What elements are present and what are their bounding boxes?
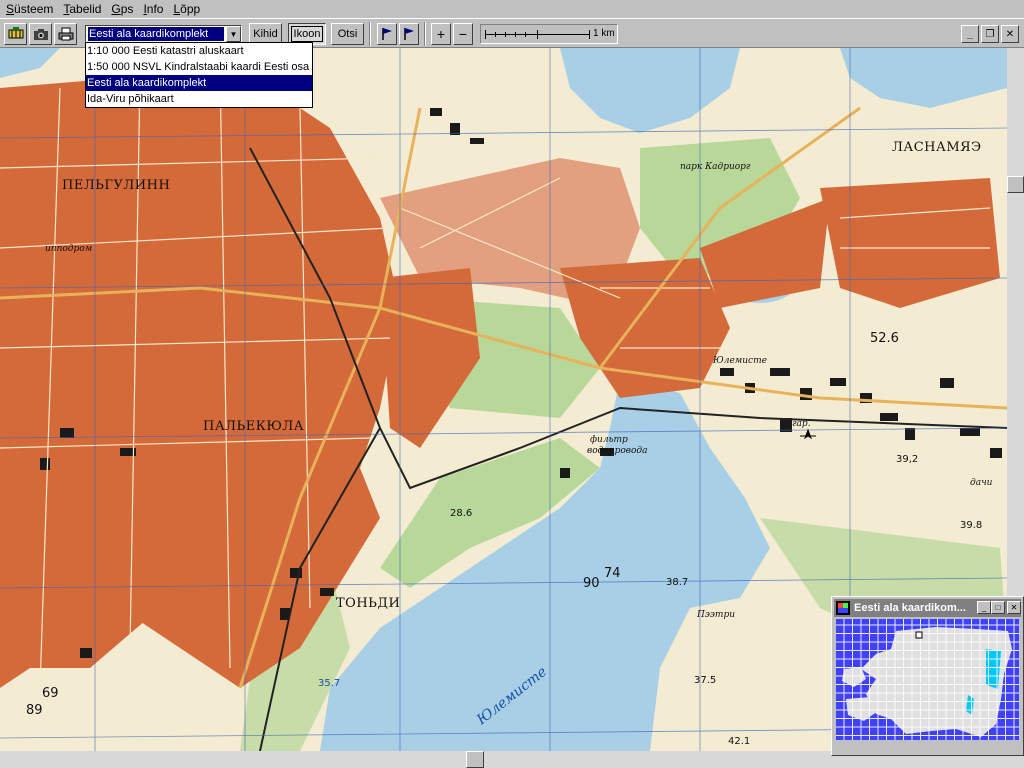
- map-label-lasnamae: ЛАСНАМЯЭ: [892, 140, 982, 155]
- scale-tick: [589, 30, 590, 39]
- maximize-icon: □: [995, 603, 1001, 612]
- overview-map[interactable]: [836, 619, 1019, 740]
- scale-tick: [485, 30, 486, 39]
- vertical-scroll-thumb[interactable]: [1007, 176, 1024, 193]
- flag-icon: [404, 28, 414, 40]
- restore-icon: ❐: [985, 28, 995, 40]
- map-elevation: 37.5: [694, 675, 717, 686]
- map-tool-button[interactable]: [4, 23, 27, 45]
- print-button[interactable]: [54, 23, 77, 45]
- overview-map-canvas[interactable]: [836, 619, 1019, 740]
- map-set-select-value: Eesti ala kaardikomplekt: [87, 26, 225, 42]
- close-button[interactable]: ✕: [1001, 25, 1019, 43]
- scale-tick: [495, 32, 496, 37]
- close-icon: ✕: [1010, 603, 1018, 612]
- scale-tick: [515, 32, 516, 37]
- menu-lõpp[interactable]: Lõpp: [170, 1, 207, 17]
- restore-button[interactable]: ❐: [981, 25, 999, 43]
- zoom-out-label: −: [458, 26, 468, 42]
- zoom-out-button[interactable]: −: [453, 23, 473, 45]
- map-label-filter: фильтр: [590, 435, 628, 445]
- search-button[interactable]: Otsi: [331, 23, 364, 45]
- flag-button-1[interactable]: [377, 23, 397, 45]
- overview-close-button[interactable]: ✕: [1007, 601, 1021, 614]
- scale-tick: [525, 32, 526, 37]
- menu-süsteem[interactable]: Süsteem: [3, 1, 60, 17]
- map-label-tondi: ТОНЬДИ: [336, 596, 401, 611]
- menu-label-rest: abelid: [69, 2, 102, 16]
- printer-icon: [58, 27, 73, 41]
- horizontal-scroll-thumb[interactable]: [466, 751, 484, 768]
- app-icon: [836, 601, 850, 615]
- chevron-down-icon[interactable]: ▼: [226, 26, 241, 42]
- camera-icon: [33, 29, 48, 40]
- menu-info[interactable]: Info: [140, 1, 170, 17]
- close-icon: ✕: [1005, 28, 1015, 40]
- map-elevation: 42.1: [728, 736, 751, 747]
- menu-label-rest: ps: [120, 2, 134, 16]
- map-label-paljassaare: ПАЛЬЕКЮЛА: [203, 419, 305, 434]
- minimize-icon: _: [981, 603, 987, 612]
- menu-gps[interactable]: Gps: [108, 1, 140, 17]
- map-grid-number: 90: [583, 576, 600, 591]
- map-set-select[interactable]: Eesti ala kaardikomplekt ▼: [85, 25, 242, 43]
- icon-button-label: Ikoon: [290, 26, 324, 42]
- toolbar-separator: [369, 22, 371, 46]
- minimize-icon: _: [967, 28, 973, 40]
- menu-hotkey: G: [111, 2, 121, 16]
- map-label-garage: гар.: [792, 419, 811, 429]
- overview-maximize-button[interactable]: □: [991, 601, 1005, 614]
- overview-minimize-button[interactable]: _: [977, 601, 991, 614]
- map-elevation: 35.7: [318, 678, 341, 689]
- zoom-in-button[interactable]: +: [431, 23, 451, 45]
- map-elevation: 39,2: [896, 454, 919, 465]
- map-label-waterworks: водопровода: [587, 446, 648, 456]
- map-elevation: 52.6: [870, 331, 899, 346]
- dropdown-option[interactable]: 1:50 000 NSVL Kindralstaabi kaardi Eesti…: [86, 59, 312, 75]
- map-label-ulemiste-station: Юлемисте: [713, 356, 767, 366]
- minimize-button[interactable]: _: [961, 25, 979, 43]
- map-grid-number: 74: [604, 566, 621, 581]
- toolbar-separator: [424, 22, 426, 46]
- flag-icon: [382, 28, 392, 40]
- layers-button-label: Kihid: [253, 28, 278, 40]
- menu-label-rest: õpp: [180, 2, 201, 16]
- menu-label-rest: nfo: [146, 2, 164, 16]
- map-label-dachi: дачи: [970, 478, 993, 488]
- menu-tabelid[interactable]: Tabelid: [60, 1, 108, 17]
- dropdown-option[interactable]: Ida-Viru põhikaart: [86, 91, 312, 107]
- map-label-pelguliinn: ПЕЛЬГУЛИНН: [62, 178, 171, 193]
- map-label-peetri: Пээтри: [697, 610, 736, 620]
- map-label-kadriorg-park: парк Кадриорг: [680, 162, 751, 172]
- menu-bar: Süsteem Tabelid Gps Info Lõpp: [0, 0, 1024, 18]
- overview-window[interactable]: Eesti ala kaardikom... _ □ ✕: [831, 596, 1024, 756]
- map-set-dropdown[interactable]: 1:10 000 Eesti katastri aluskaart 1:50 00…: [85, 42, 313, 108]
- scale-bar: 1 km: [480, 24, 618, 44]
- map-grid-number: 89: [26, 703, 43, 718]
- map-label-hippodrome: ипподром: [45, 244, 93, 254]
- overview-viewport-marker[interactable]: [915, 631, 923, 639]
- map-elevation: 39.8: [960, 520, 983, 531]
- dropdown-option[interactable]: Eesti ala kaardikomplekt: [86, 75, 312, 91]
- menu-hotkey: S: [6, 2, 15, 16]
- zoom-in-label: +: [436, 26, 446, 42]
- flag-button-2[interactable]: [399, 23, 419, 45]
- search-button-label: Otsi: [337, 28, 358, 40]
- dropdown-option[interactable]: 1:10 000 Eesti katastri aluskaart: [86, 43, 312, 59]
- camera-button[interactable]: [29, 23, 52, 45]
- menu-label-rest: üsteem: [14, 2, 54, 16]
- scale-label: 1 km: [593, 28, 615, 39]
- scale-tick: [505, 32, 506, 37]
- map-elevation: 28.6: [450, 508, 473, 519]
- map-grid-number: 69: [42, 686, 59, 701]
- map-tool-icon: [8, 27, 23, 39]
- map-elevation: 38.7: [666, 577, 689, 588]
- scale-tick: [537, 30, 538, 39]
